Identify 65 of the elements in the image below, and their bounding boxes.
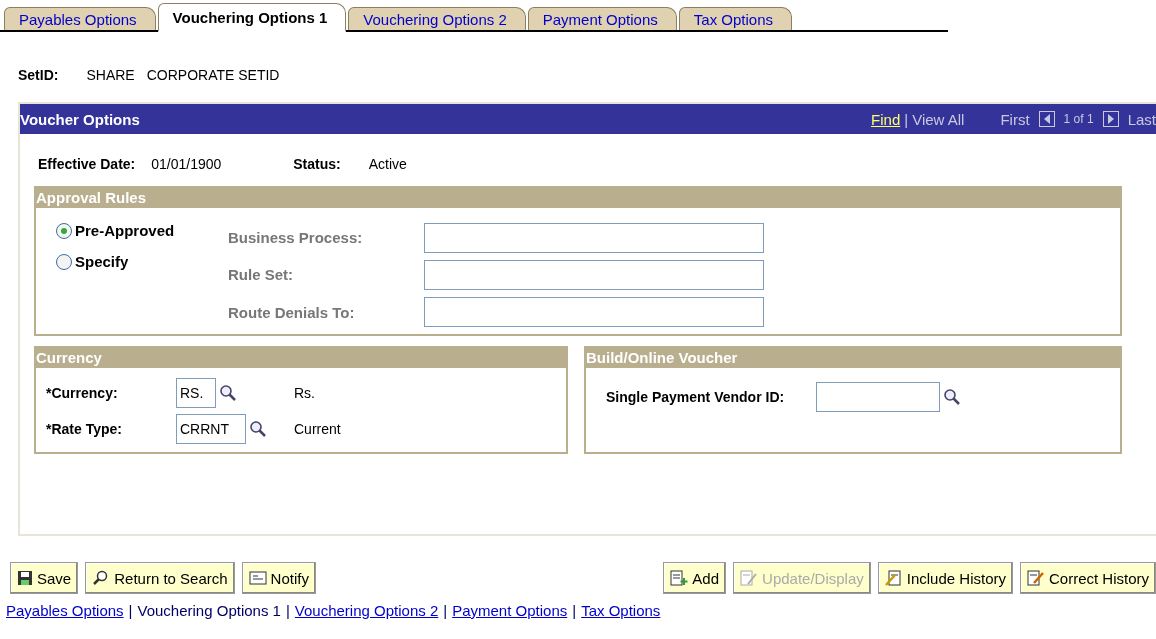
field-description: Current xyxy=(294,421,342,437)
status-value: Active xyxy=(368,156,407,172)
input-field[interactable] xyxy=(424,297,764,328)
toolbar-button[interactable]: Return to Search xyxy=(85,562,235,594)
search-icon[interactable] xyxy=(249,420,267,438)
field-label: Business Process: xyxy=(228,229,364,247)
input-field[interactable]: RS. xyxy=(176,378,216,408)
radio-option[interactable]: Pre-Approved xyxy=(56,222,228,239)
toolbar-button[interactable]: Include History xyxy=(877,562,1013,594)
section-header: Build/Online Voucher xyxy=(586,346,1120,368)
radio-button[interactable] xyxy=(56,253,72,270)
input-field[interactable] xyxy=(816,382,941,412)
field-label: Single Payment Vendor ID: xyxy=(606,389,785,405)
tab[interactable]: Payment Options xyxy=(527,7,677,30)
section-header: Approval Rules xyxy=(36,186,1120,208)
toolbar-button[interactable]: Notify xyxy=(241,562,316,594)
status-label: Status: xyxy=(293,156,341,172)
page-link[interactable]: Tax Options xyxy=(581,602,661,619)
tab[interactable]: Payables Options xyxy=(4,7,156,30)
page-link[interactable]: Payables Options xyxy=(6,602,124,619)
effective-date-label: Effective Date: xyxy=(38,156,136,172)
first-text: First xyxy=(1000,110,1030,128)
input-field[interactable] xyxy=(424,222,764,253)
section-header: Currency xyxy=(36,346,566,368)
toolbar-button[interactable]: Save xyxy=(10,562,79,594)
input-field[interactable] xyxy=(424,260,764,290)
field-label: *Currency: xyxy=(46,385,119,401)
document-pencil-icon xyxy=(740,570,759,586)
page-link[interactable]: Vouchering Options 1 xyxy=(137,602,281,619)
separator: | xyxy=(128,602,133,619)
tab[interactable]: Vouchering Options 1 xyxy=(157,3,347,32)
field-label: Route Denials To: xyxy=(228,303,356,321)
document-pencil-icon xyxy=(1027,570,1045,586)
radio-button[interactable] xyxy=(56,222,72,239)
separator: | xyxy=(443,602,448,619)
tab[interactable]: Tax Options xyxy=(678,7,793,30)
separator: | xyxy=(904,110,909,128)
input-field[interactable]: CRRNT xyxy=(176,414,246,444)
note-icon xyxy=(248,570,267,586)
field-label: Rule Set: xyxy=(228,266,294,284)
previous-icon[interactable] xyxy=(1038,111,1055,127)
tab[interactable]: Vouchering Options 2 xyxy=(348,7,526,30)
separator: | xyxy=(285,602,290,619)
setid-value: SHARE xyxy=(86,67,135,83)
search-icon[interactable] xyxy=(219,384,237,402)
view-all-text: View All xyxy=(912,110,965,128)
search-icon[interactable] xyxy=(943,388,962,406)
toolbar-button[interactable]: Add xyxy=(663,562,727,594)
document-pencil-icon xyxy=(884,570,903,586)
field-description: Rs. xyxy=(294,385,316,401)
setid-label: SetID: xyxy=(18,67,59,83)
field-label: *Rate Type: xyxy=(46,421,123,437)
radio-option[interactable]: Specify xyxy=(56,253,228,270)
add-document-icon xyxy=(670,570,689,586)
last-text: Last xyxy=(1127,110,1156,128)
next-icon[interactable] xyxy=(1102,111,1119,127)
toolbar-button[interactable]: Correct History xyxy=(1020,562,1156,594)
separator: | xyxy=(572,602,577,619)
effective-date-value: 01/01/1900 xyxy=(151,156,223,172)
page-link[interactable]: Vouchering Options 2 xyxy=(294,602,439,619)
row-count: 1 of 1 xyxy=(1063,112,1094,126)
setid-description: CORPORATE SETID xyxy=(146,67,280,83)
find-link[interactable]: Find xyxy=(871,110,901,128)
panel-title: Voucher Options xyxy=(20,110,141,128)
page-link[interactable]: Payment Options xyxy=(452,602,568,619)
